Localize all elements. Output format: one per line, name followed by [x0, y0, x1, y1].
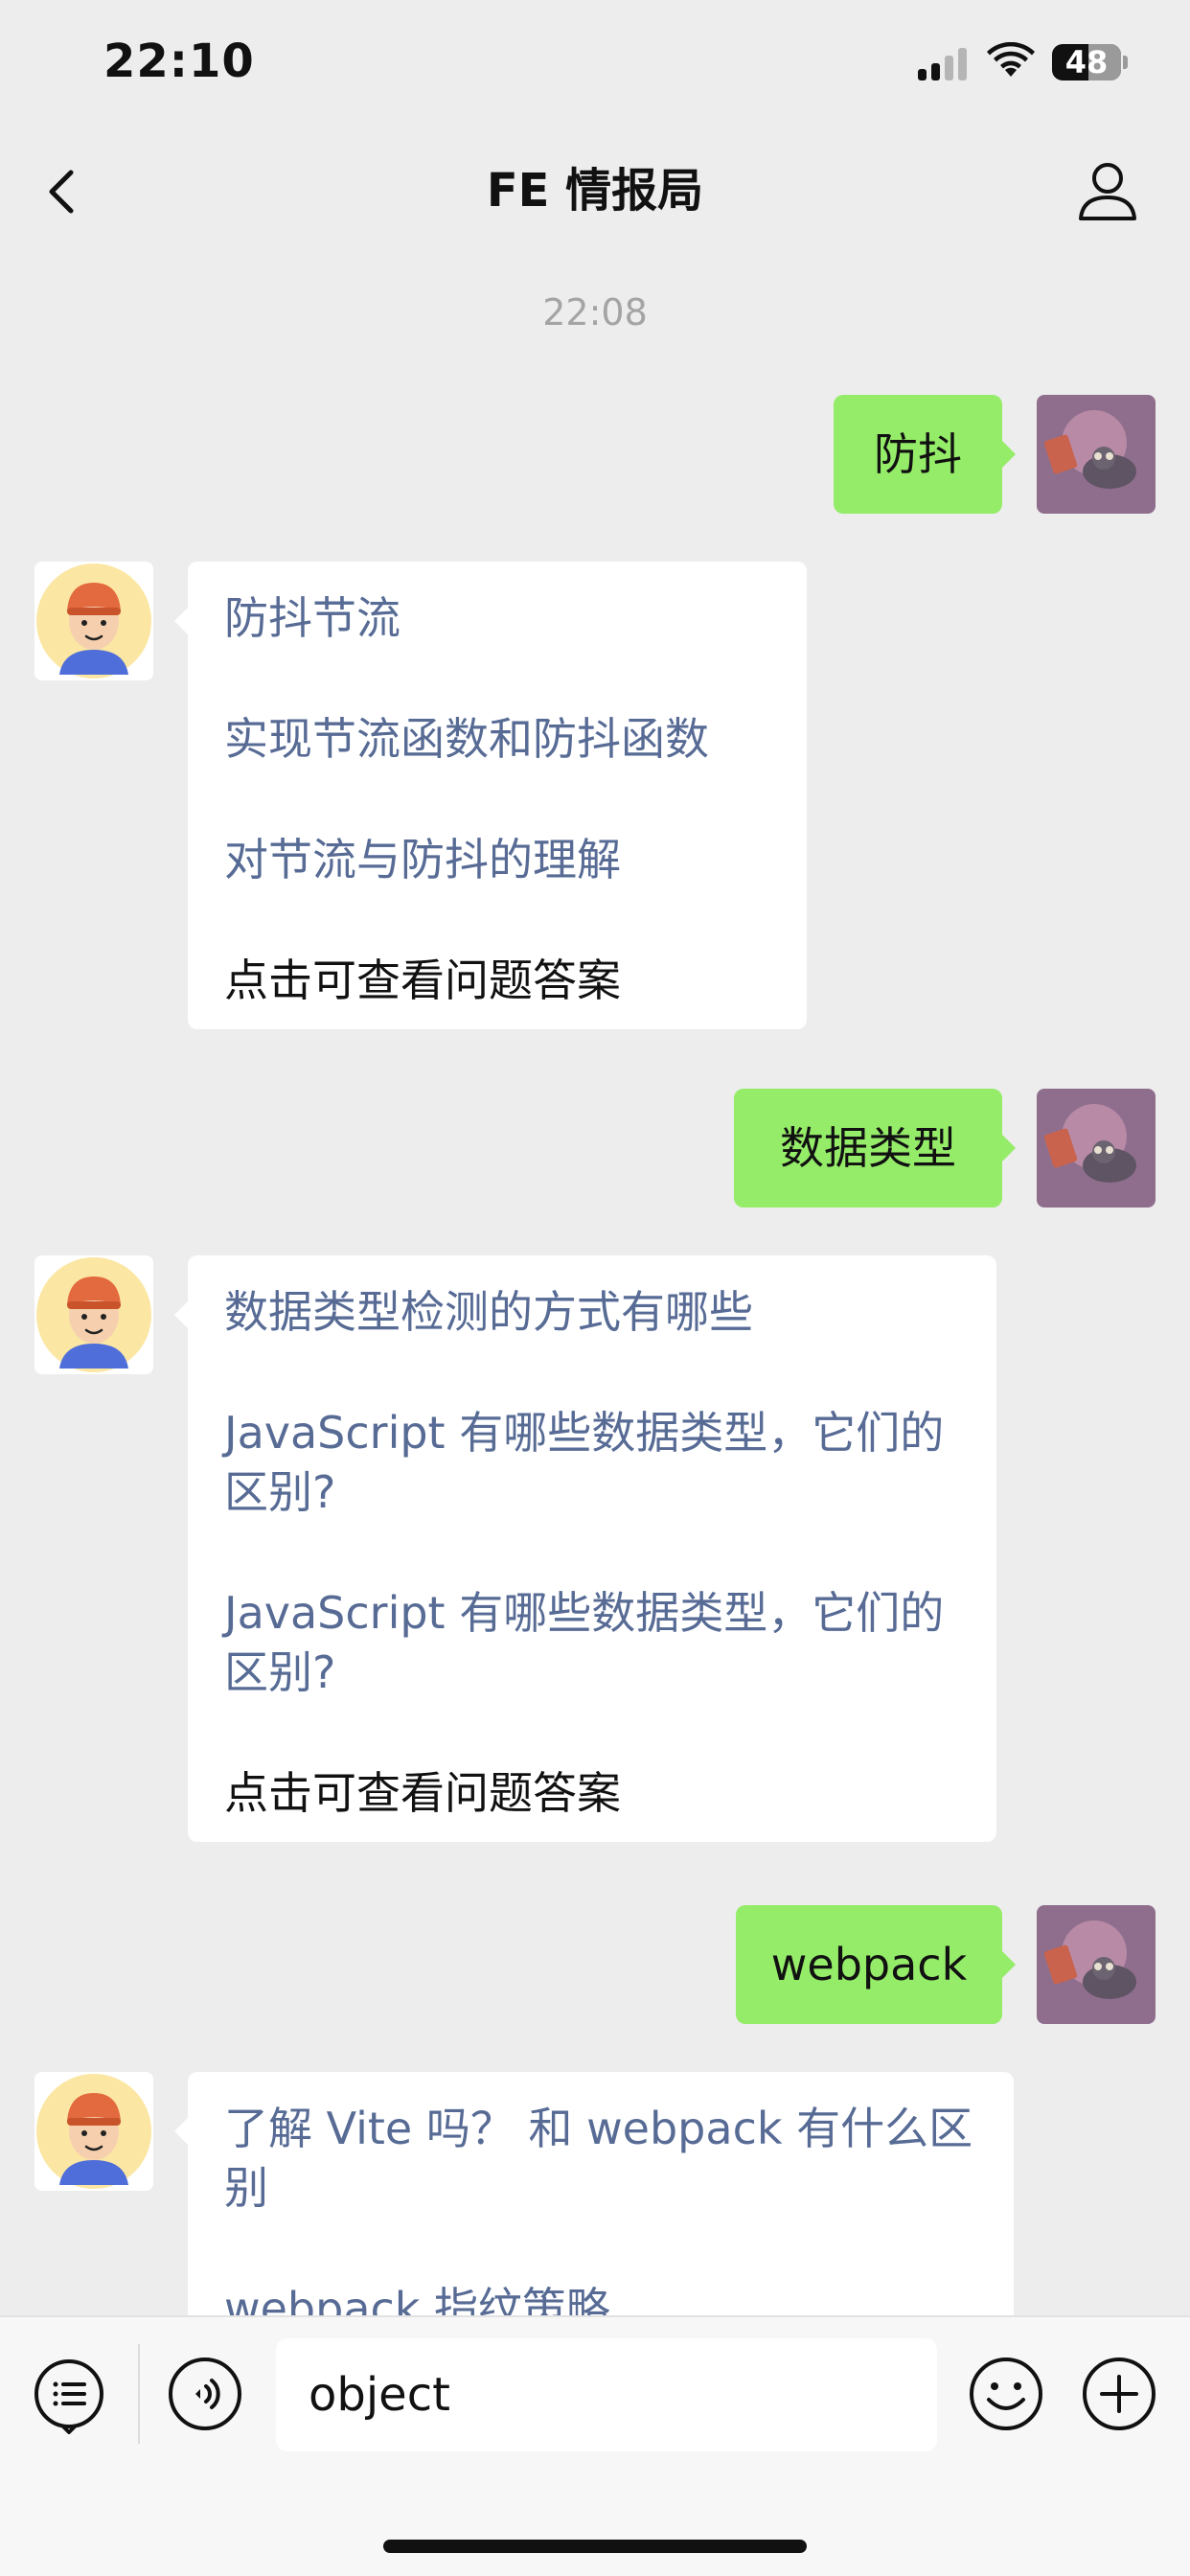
user-avatar[interactable]: [1037, 395, 1156, 514]
home-indicator: [383, 2540, 807, 2553]
battery-level: 48: [1064, 44, 1109, 80]
received-message-bubble: 防抖节流 实现节流函数和防抖函数 对节流与防抖的理解 点击可查看问题答案: [174, 562, 807, 1029]
answer-hint[interactable]: 点击可查看问题答案: [224, 951, 770, 1010]
user-avatar-image: [1037, 1905, 1156, 2024]
status-time: 22:10: [103, 34, 255, 88]
question-link[interactable]: webpack 指纹策略: [224, 2279, 977, 2315]
question-link[interactable]: 数据类型检测的方式有哪些: [224, 1282, 960, 1342]
sent-message-bubble[interactable]: webpack: [736, 1905, 1016, 2024]
bot-avatar-image: [34, 562, 153, 680]
question-link[interactable]: JavaScript 有哪些数据类型，它们的区别?: [224, 1403, 960, 1522]
profile-icon[interactable]: [1075, 159, 1140, 224]
question-link[interactable]: 对节流与防抖的理解: [224, 830, 770, 889]
wifi-icon: [987, 42, 1035, 77]
question-link[interactable]: 实现节流函数和防抖函数: [224, 709, 770, 769]
cellular-signal-icon: [918, 48, 968, 80]
battery-icon: 48: [1052, 44, 1121, 80]
question-link[interactable]: 了解 Vite 吗？ 和 webpack 有什么区别: [224, 2099, 977, 2218]
input-bar: [0, 2315, 1190, 2576]
bot-avatar[interactable]: [34, 2072, 153, 2191]
sent-message-text: 防抖: [874, 428, 962, 480]
bot-avatar-image: [34, 1255, 153, 1374]
menu-list-icon[interactable]: [31, 2358, 107, 2434]
message-timestamp: 22:08: [542, 291, 648, 334]
question-link[interactable]: JavaScript 有哪些数据类型，它们的区别?: [224, 1583, 960, 1702]
sent-message-bubble[interactable]: 防抖: [834, 395, 1016, 514]
battery-tip: [1123, 56, 1128, 69]
received-message-bubble: 数据类型检测的方式有哪些 JavaScript 有哪些数据类型，它们的区别? J…: [174, 1255, 996, 1842]
message-input[interactable]: [276, 2338, 937, 2451]
emoji-icon[interactable]: [968, 2356, 1044, 2432]
bot-avatar[interactable]: [34, 562, 153, 680]
user-avatar-image: [1037, 395, 1156, 514]
chat-area[interactable]: 22:08 防抖 防抖节流 实现节流函数和防抖函数 对节流与防抖的理解 点击可查…: [0, 253, 1190, 2315]
status-bar: 22:10 48: [0, 0, 1190, 130]
user-avatar-image: [1037, 1089, 1156, 1208]
answer-hint[interactable]: 点击可查看问题答案: [224, 1763, 960, 1823]
bot-avatar-image: [34, 2072, 153, 2191]
voice-icon[interactable]: [167, 2356, 243, 2432]
user-avatar[interactable]: [1037, 1905, 1156, 2024]
user-avatar[interactable]: [1037, 1089, 1156, 1208]
sent-message-bubble[interactable]: 数据类型: [734, 1089, 1016, 1208]
bot-avatar[interactable]: [34, 1255, 153, 1374]
plus-icon[interactable]: [1081, 2356, 1157, 2432]
nav-bar: FE 情报局: [0, 130, 1190, 253]
divider: [138, 2344, 140, 2444]
sent-message-text: webpack: [770, 1939, 968, 1990]
sent-message-text: 数据类型: [780, 1122, 956, 1174]
received-message-bubble: 了解 Vite 吗？ 和 webpack 有什么区别 webpack 指纹策略: [174, 2072, 1014, 2315]
question-link[interactable]: 防抖节流: [224, 588, 770, 648]
chat-title: FE 情报局: [486, 164, 704, 218]
